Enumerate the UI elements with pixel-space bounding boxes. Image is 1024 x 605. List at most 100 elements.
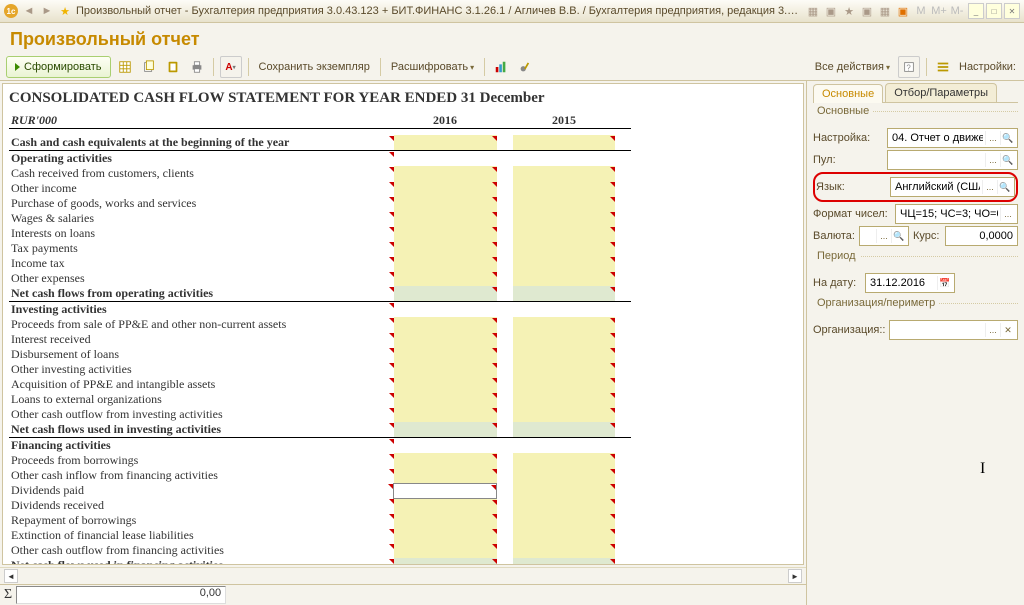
title-calc-mplus[interactable]: M+ [932, 4, 946, 18]
minimize-button[interactable]: _ [968, 3, 984, 19]
title-toolbar-icon[interactable]: ▦ [878, 4, 892, 18]
maximize-button[interactable]: □ [986, 3, 1002, 19]
title-toolbar-icon[interactable]: ▣ [896, 4, 910, 18]
magnify-button[interactable]: 🔍 [1000, 153, 1015, 167]
tab-main[interactable]: Основные [813, 84, 883, 103]
nastroika-field[interactable]: ...🔍 [887, 128, 1018, 148]
report-row-label: Interest received [9, 332, 394, 347]
report-row-label: Proceeds from sale of PP&E and other non… [9, 317, 394, 332]
toolbar-icon-config[interactable] [515, 57, 535, 77]
format-input[interactable] [898, 207, 1000, 221]
report-row-label: Acquisition of PP&E and intangible asset… [9, 377, 394, 392]
report-row-label: Other income [9, 181, 394, 196]
kurs-input[interactable] [948, 229, 1015, 243]
title-toolbar-icon[interactable]: ★ [842, 4, 856, 18]
nadatu-input[interactable] [868, 276, 937, 290]
yazyk-field[interactable]: ...🔍 [890, 177, 1015, 197]
toolbar-icon-print[interactable] [187, 57, 207, 77]
report-value-cell [513, 226, 615, 241]
magnify-button[interactable]: 🔍 [891, 229, 906, 243]
report-value-cell [513, 422, 615, 438]
toolbar-icon-settings[interactable] [933, 57, 953, 77]
toolbar-icon-chart[interactable] [491, 57, 511, 77]
report-value-cell [513, 468, 615, 483]
report-value-cell [394, 558, 497, 565]
yazyk-input[interactable] [893, 180, 982, 194]
text-cursor-icon: I [980, 460, 985, 478]
report-value-cell [513, 181, 615, 196]
horizontal-scroll[interactable]: ◄ ► [0, 567, 806, 584]
report-row-label: Interests on loans [9, 226, 394, 241]
generate-button[interactable]: Сформировать [6, 56, 111, 78]
decode-link[interactable]: Расшифровать▾ [387, 61, 478, 73]
report-value-cell [394, 256, 497, 271]
report-value-cell [394, 362, 497, 377]
tab-filter[interactable]: Отбор/Параметры [885, 83, 997, 102]
kurs-field[interactable] [945, 226, 1018, 246]
report-value-cell [394, 453, 497, 468]
report-area[interactable]: CONSOLIDATED CASH FLOW STATEMENT FOR YEA… [2, 83, 804, 565]
report-row-label: Other expenses [9, 271, 394, 286]
report-row-label: Investing activities [9, 302, 394, 318]
ellipsis-button[interactable]: ... [982, 180, 997, 194]
report-value-cell [513, 332, 615, 347]
report-row-label: Net cash flows used in investing activit… [9, 422, 394, 438]
report-table: RUR'00020162015Cash and cash equivalents… [9, 113, 631, 565]
forward-button[interactable]: ► [40, 4, 54, 18]
toolbar-icon-help[interactable]: ? [898, 56, 920, 78]
report-value-cell [513, 513, 615, 528]
ellipsis-button[interactable]: ... [1000, 207, 1015, 221]
title-calc-m[interactable]: M [914, 4, 928, 18]
title-bar: 1c ◄ ► ★ Произвольный отчет - Бухгалтери… [0, 0, 1024, 23]
toolbar: Сформировать A▾ Сохранить экземпляр Расш… [0, 54, 1024, 81]
year-header: 2015 [513, 113, 615, 129]
toolbar-icon-copy[interactable] [139, 57, 159, 77]
app-icon: 1c [4, 4, 18, 18]
magnify-button[interactable]: 🔍 [1000, 131, 1015, 145]
report-value-cell [513, 453, 615, 468]
pul-input[interactable] [890, 153, 985, 167]
formula-input[interactable]: 0,00 [16, 586, 226, 604]
calendar-button[interactable]: 📅 [937, 276, 952, 290]
toolbar-icon-font[interactable]: A▾ [220, 56, 242, 78]
ellipsis-button[interactable]: ... [985, 153, 1000, 167]
favorite-icon[interactable]: ★ [58, 4, 72, 18]
nadatu-field[interactable]: 📅 [865, 273, 955, 293]
report-value-cell [394, 196, 497, 211]
ellipsis-button[interactable]: ... [876, 229, 891, 243]
valuta-field[interactable]: ...🔍 [859, 226, 909, 246]
report-value-cell [394, 317, 497, 332]
org-field[interactable]: ...✕ [889, 320, 1018, 340]
title-toolbar-icon[interactable]: ▣ [860, 4, 874, 18]
magnify-button[interactable]: 🔍 [997, 180, 1012, 194]
close-button[interactable]: ✕ [1004, 3, 1020, 19]
title-toolbar-icon[interactable]: ▣ [824, 4, 838, 18]
sigma-icon[interactable]: Σ [4, 587, 12, 603]
pul-field[interactable]: ...🔍 [887, 150, 1018, 170]
back-button[interactable]: ◄ [22, 4, 36, 18]
report-row-label: Proceeds from borrowings [9, 453, 394, 468]
nadatu-label: На дату: [813, 277, 861, 289]
report-value-cell [394, 528, 497, 543]
ellipsis-button[interactable]: ... [985, 131, 1000, 145]
org-input[interactable] [892, 323, 985, 337]
nastroika-input[interactable] [890, 131, 985, 145]
yazyk-label: Язык: [816, 181, 886, 193]
report-row-label: Other investing activities [9, 362, 394, 377]
valuta-input[interactable] [862, 229, 876, 243]
report-value-cell [394, 302, 497, 318]
toolbar-icon-grid[interactable] [115, 57, 135, 77]
save-copy-link[interactable]: Сохранить экземпляр [255, 61, 374, 73]
title-toolbar-icon[interactable]: ▦ [806, 4, 820, 18]
scroll-left-button[interactable]: ◄ [4, 569, 18, 583]
format-field[interactable]: ... [895, 204, 1018, 224]
all-actions-link[interactable]: Все действия▾ [811, 61, 894, 73]
title-calc-mminus[interactable]: M- [950, 4, 964, 18]
settings-panel: Основные Отбор/Параметры Основные Настро… [807, 81, 1024, 605]
toolbar-icon-paste[interactable] [163, 57, 183, 77]
scroll-right-button[interactable]: ► [788, 569, 802, 583]
ellipsis-button[interactable]: ... [985, 323, 1000, 337]
clear-button[interactable]: ✕ [1000, 323, 1015, 337]
report-row-label: Financing activities [9, 438, 394, 454]
report-value-cell [513, 407, 615, 422]
